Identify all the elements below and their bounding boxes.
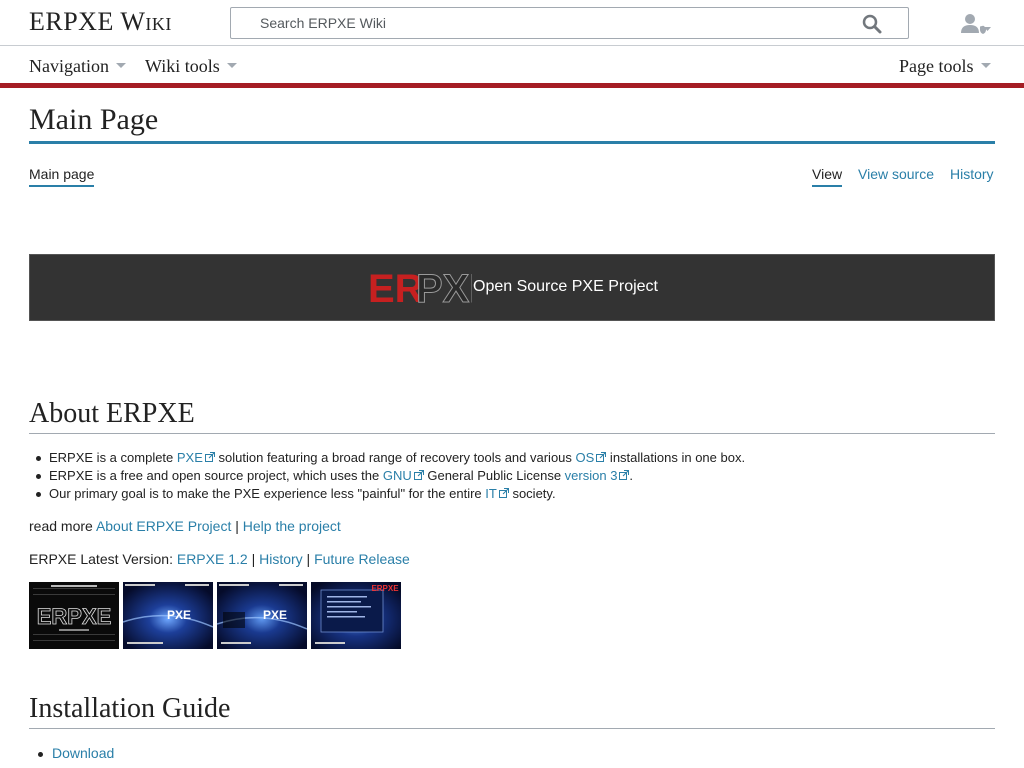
screenshot-thumbnail-3[interactable]: PXE xyxy=(217,582,307,649)
chevron-down-icon xyxy=(980,63,991,68)
pxe-link[interactable]: PXE xyxy=(177,450,203,465)
list-text: ERPXE is a complete xyxy=(49,450,177,465)
tab-view-source[interactable]: View source xyxy=(858,166,934,185)
erpxe-logo: ER PXE xyxy=(368,267,472,309)
list-text: . xyxy=(629,468,634,483)
read-more-line: read more About ERPXE Project | Help the… xyxy=(29,518,341,534)
section-heading-about: About ERPXE xyxy=(29,398,195,429)
gnu-link[interactable]: GNU xyxy=(383,468,412,483)
screenshot-image: PXE xyxy=(217,582,307,649)
download-link[interactable]: Download xyxy=(52,745,114,761)
about-project-link[interactable]: About ERPXE Project xyxy=(96,518,231,534)
page-tools-menu-label: Page tools xyxy=(899,56,974,76)
accent-bar xyxy=(0,83,1024,88)
chevron-down-icon xyxy=(115,63,126,68)
list-text: solution featuring a broad range of reco… xyxy=(214,450,576,465)
screenshot-thumbnail-1[interactable]: ERPXE xyxy=(29,582,119,649)
page-title: Main Page xyxy=(29,103,159,136)
search-box xyxy=(230,7,909,39)
title-divider xyxy=(29,141,995,144)
wiki-tools-menu-label: Wiki tools xyxy=(145,56,220,76)
tab-main-page[interactable]: Main page xyxy=(29,166,95,187)
thumbnail-caption: ERPXE xyxy=(37,604,112,629)
banner-tagline: Open Source PXE Project xyxy=(473,278,658,295)
os-link[interactable]: OS xyxy=(576,450,595,465)
list-item: ERPXE is a complete PXE solution featuri… xyxy=(36,449,989,467)
it-link[interactable]: IT xyxy=(485,486,497,501)
page-tools-menu[interactable]: Page tools xyxy=(899,56,991,77)
installation-list: Download xyxy=(37,745,114,761)
list-item: Download xyxy=(37,745,114,761)
user-icon xyxy=(961,14,992,35)
external-link-icon xyxy=(619,470,630,480)
latest-version-line: ERPXE Latest Version: ERPXE 1.2 | Histor… xyxy=(29,551,410,567)
chevron-down-icon xyxy=(226,63,237,68)
screenshot-thumbnail-4[interactable]: ERPXE xyxy=(311,582,401,649)
top-bar: ERPXE Wiki xyxy=(0,0,1024,46)
external-link-icon xyxy=(596,452,607,462)
search-input[interactable] xyxy=(231,8,851,38)
logo-pxe-glyph: PXE xyxy=(416,267,472,309)
search-icon[interactable] xyxy=(861,13,883,35)
version-3-link[interactable]: version 3 xyxy=(565,468,618,483)
navigation-menu-label: Navigation xyxy=(29,56,109,76)
external-link-icon xyxy=(498,488,509,498)
list-text: ERPXE is a free and open source project,… xyxy=(49,468,383,483)
help-project-link[interactable]: Help the project xyxy=(243,518,341,534)
tab-history[interactable]: History xyxy=(950,166,994,185)
screenshot-image: ERPXE xyxy=(29,582,119,649)
list-item: ERPXE is a free and open source project,… xyxy=(36,467,989,485)
external-link-icon xyxy=(204,452,215,462)
future-release-link[interactable]: Future Release xyxy=(314,551,410,567)
separator: | xyxy=(302,551,315,567)
navigation-bar: Navigation Wiki tools Page tools xyxy=(0,47,1024,83)
section-heading-installation: Installation Guide xyxy=(29,693,231,724)
thumbnail-caption: PXE xyxy=(263,608,287,622)
screenshot-image: ERPXE xyxy=(311,582,401,649)
read-more-label: read more xyxy=(29,518,96,534)
site-logo[interactable]: ERPXE Wiki xyxy=(29,7,172,37)
list-text: society. xyxy=(508,486,556,501)
thumbnail-caption: ERPXE xyxy=(371,584,399,593)
erpxe-1-2-link[interactable]: ERPXE 1.2 xyxy=(177,551,248,567)
thumbnail-caption: PXE xyxy=(167,608,191,622)
section-divider xyxy=(29,433,995,434)
tab-view[interactable]: View xyxy=(812,166,843,187)
separator: | xyxy=(231,518,243,534)
list-text: Our primary goal is to make the PXE expe… xyxy=(49,486,486,501)
navigation-menu[interactable]: Navigation xyxy=(29,56,126,77)
external-link-icon xyxy=(413,470,424,480)
list-item: Our primary goal is to make the PXE expe… xyxy=(36,485,989,503)
screenshot-image: PXE xyxy=(123,582,213,649)
about-list: ERPXE is a complete PXE solution featuri… xyxy=(36,449,989,503)
latest-version-label: ERPXE Latest Version: xyxy=(29,551,177,567)
list-text: installations in one box. xyxy=(606,450,746,465)
user-menu-button[interactable] xyxy=(958,12,992,36)
wiki-tools-menu[interactable]: Wiki tools xyxy=(145,56,237,77)
section-divider xyxy=(29,728,995,729)
screenshot-thumbnail-2[interactable]: PXE xyxy=(123,582,213,649)
history-link[interactable]: History xyxy=(259,551,303,567)
list-text: General Public License xyxy=(423,468,565,483)
separator: | xyxy=(247,551,260,567)
project-banner: ER PXE Open Source PXE Project xyxy=(29,254,995,321)
